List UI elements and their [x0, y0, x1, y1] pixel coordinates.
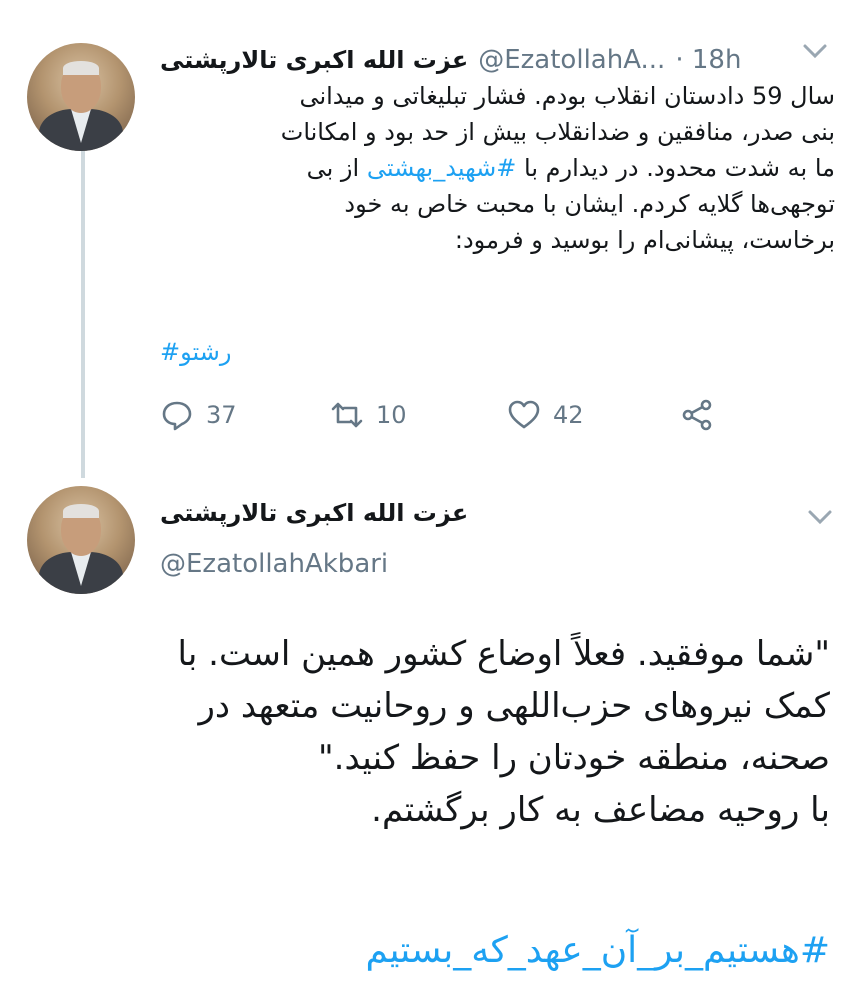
- reply-count: 37: [206, 401, 237, 429]
- like-count: 42: [553, 401, 584, 429]
- author-handle[interactable]: @EzatollahAkbari: [160, 549, 388, 579]
- text-line: با روحیه مضاعف به کار برگشتم.: [371, 790, 830, 830]
- like-icon: [508, 400, 540, 429]
- hashtag-link[interactable]: #رشتو: [160, 338, 231, 366]
- thread-line: [81, 150, 85, 478]
- tweet-text: "شما موفقید. فعلاً اوضاع کشور همین است. …: [20, 628, 830, 836]
- timestamp[interactable]: · 18h: [675, 45, 741, 75]
- text-line: توجهی‌ها گلایه کردم. ایشان با محبت خاص ب…: [344, 190, 835, 218]
- author-name[interactable]: عزت الله اکبری تالارپشتی: [160, 46, 468, 74]
- tweet-text: سال 59 دادستان انقلاب بودم. فشار تبلیغات…: [160, 78, 835, 258]
- reply-icon: [162, 401, 192, 431]
- share-button[interactable]: [680, 398, 714, 432]
- hashtag-link[interactable]: #شهید_بهشتی: [367, 154, 517, 182]
- like-button[interactable]: 42: [507, 398, 584, 432]
- text-line: صحنه، منطقه خودتان را حفظ کنید.": [318, 738, 830, 778]
- retweet-icon: [331, 402, 363, 428]
- text-segment: ما به شدت محدود. در دیدارم با: [524, 154, 835, 182]
- share-icon: [682, 399, 712, 431]
- text-line: "شما موفقید. فعلاً اوضاع کشور همین است. …: [177, 634, 830, 674]
- chevron-down-icon[interactable]: [805, 506, 835, 528]
- author-handle[interactable]: @EzatollahA...: [478, 45, 665, 75]
- text-line: کمک نیروهای حزب‌اللهی و روحانیت متعهد در: [198, 686, 830, 726]
- author-name[interactable]: عزت الله اکبری تالارپشتی: [160, 499, 468, 527]
- retweet-button[interactable]: 10: [330, 398, 407, 432]
- hashtag-link[interactable]: #هستیم_بر_آن_عهد_که_بستیم: [20, 930, 830, 971]
- reply-button[interactable]: 37: [160, 398, 237, 432]
- avatar[interactable]: [27, 486, 135, 594]
- chevron-down-icon[interactable]: [800, 40, 830, 62]
- text-line: ما به شدت محدود. در دیدارم با #شهید_بهشت…: [160, 150, 835, 186]
- text-line: برخاست، پیشانی‌ام را بوسید و فرمود:: [454, 226, 835, 254]
- avatar[interactable]: [27, 43, 135, 151]
- text-line: بنی صدر، منافقین و ضدانقلاب بیش از حد بو…: [280, 118, 835, 146]
- text-segment: از بی: [306, 154, 360, 182]
- retweet-count: 10: [376, 401, 407, 429]
- text-line: سال 59 دادستان انقلاب بودم. فشار تبلیغات…: [299, 82, 835, 110]
